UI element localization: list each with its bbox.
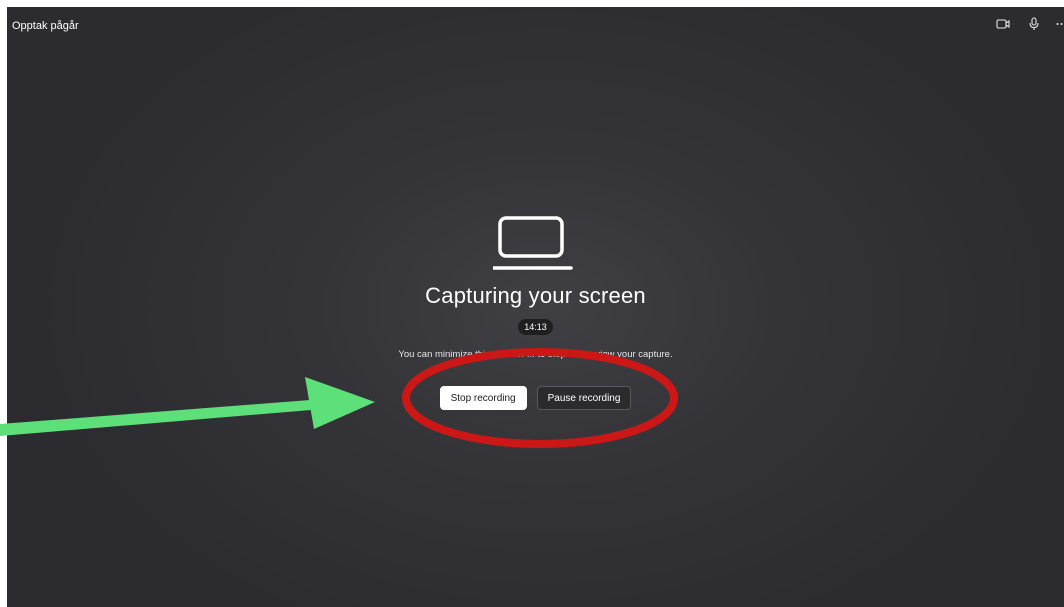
pause-recording-button[interactable]: Pause recording: [536, 386, 632, 410]
window-title: Opptak pågår: [12, 20, 79, 32]
more-icon[interactable]: [1056, 15, 1064, 33]
capture-panel: Capturing your screen 14:13 You can mini…: [7, 215, 1064, 410]
timer-badge: 14:13: [518, 319, 553, 335]
stop-recording-button[interactable]: Stop recording: [439, 386, 527, 410]
recording-window: Opptak pågår Capturing your screen 14:13…: [7, 7, 1064, 607]
camera-icon[interactable]: [994, 15, 1012, 33]
microphone-icon[interactable]: [1025, 15, 1043, 33]
laptop-icon: [492, 216, 573, 270]
button-row: Stop recording Pause recording: [7, 386, 1064, 410]
description-text: You can minimize this window ... to stop…: [398, 349, 673, 360]
window-toolbar: [981, 15, 1064, 33]
page-title: Capturing your screen: [425, 283, 646, 308]
